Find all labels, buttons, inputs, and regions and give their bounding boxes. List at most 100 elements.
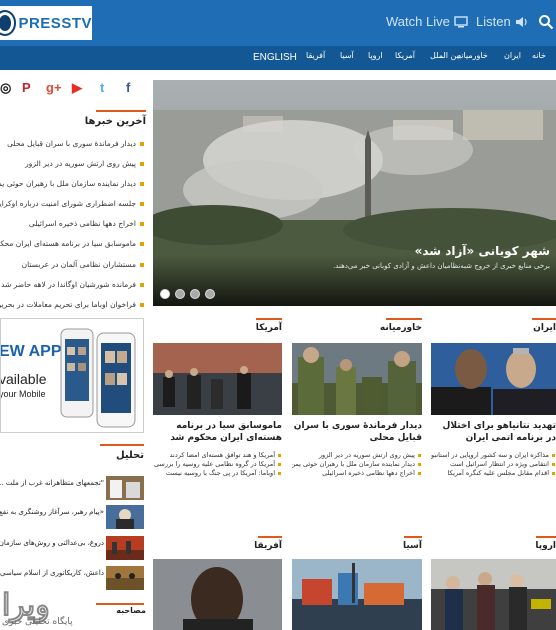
list-item[interactable]: اوباما: آمریکا در پی جنگ با روسیه نیست xyxy=(153,469,282,478)
nav-item-english[interactable]: ENGLISH xyxy=(253,52,297,63)
slider-caption: شهر کوبانی «آزاد شد» برخی منابع خبری از … xyxy=(160,244,556,270)
iran-rule xyxy=(532,318,556,320)
speaker-icon xyxy=(515,16,527,27)
analysis-item-text: دروغ، بی‌عدالتی و روش‌های سازمان ... xyxy=(0,539,104,547)
analysis-rule xyxy=(100,444,144,446)
list-item[interactable]: دیدار نماینده سازمان ملل با رهبران حوثی … xyxy=(0,174,146,194)
nav-item-asia[interactable]: آسیا xyxy=(340,51,354,60)
middle-east-bullets: پیش روی ارتش سوریه در دیر الزور دیدار نم… xyxy=(292,451,422,478)
analysis-thumb xyxy=(106,505,144,529)
america-rule xyxy=(256,318,282,320)
youtube-icon[interactable]: ▶ xyxy=(72,80,82,96)
iran-headline[interactable]: تهدید نتانیاهو برای اختلال در برنامه اتم… xyxy=(431,420,556,444)
asia-rule xyxy=(404,536,422,538)
nav-item-europe[interactable]: اروپا xyxy=(368,51,383,60)
list-item[interactable]: دیدار نماینده سازمان ملل با رهبران حوثی … xyxy=(292,460,422,469)
nav-item-home[interactable]: خانه xyxy=(532,51,546,60)
america-headline[interactable]: ماموسابق سیا در برنامه هسته‌ای ایران محک… xyxy=(153,420,282,444)
presstv-logo[interactable]: PRESSTV xyxy=(0,6,92,40)
middle-east-section-title[interactable]: خاورمیانه xyxy=(292,323,422,333)
america-section-title[interactable]: آمریکا xyxy=(153,323,282,333)
list-item[interactable]: مذاکره ایران و سه کشور اروپایی در استانب… xyxy=(431,451,556,460)
list-item[interactable]: فراخوان اوباما برای تحریم معاملات در بحر… xyxy=(0,295,146,315)
main-nav: خانه ایران خاورمیانه بین‌ الملل آمریکا ا… xyxy=(0,46,556,70)
asia-photo xyxy=(292,559,422,630)
africa-section-title[interactable]: آفریقا xyxy=(153,541,282,551)
list-item[interactable]: انتقامی ویژه در انتظار اسرائیل است xyxy=(431,460,556,469)
list-item[interactable]: آمریکا در گروه نظامی علیه روسیه را بررسی… xyxy=(153,460,282,469)
america-bullets: آمریکا و هند توافق هسته‌ای امضا کردند آم… xyxy=(153,451,282,478)
headline-slider[interactable] xyxy=(153,80,556,306)
nav-item-africa[interactable]: آفریقا xyxy=(306,51,325,60)
analysis-thumb xyxy=(106,566,144,590)
africa-photo xyxy=(153,559,282,630)
search-icon[interactable] xyxy=(538,14,554,30)
list-item[interactable]: اخراج دهها نظامی ذخیره اسرائیلی xyxy=(0,214,146,234)
google-plus-icon[interactable]: g+ xyxy=(46,80,62,95)
app-banner-mobile: your Mobile xyxy=(0,389,46,399)
kobani-photo xyxy=(153,80,556,306)
list-item[interactable]: مستشاران نظامی آلمان در عربستان xyxy=(0,255,146,275)
iran-section-title[interactable]: ایران xyxy=(431,323,556,333)
latest-news-list: دیدار فرماندهٔ سوری با سران قبایل محلی پ… xyxy=(0,134,146,315)
list-item[interactable]: "تجمعهای متظاهرانه غرب از ملت ... عبدالل… xyxy=(0,476,146,502)
slider-headline[interactable]: شهر کوبانی «آزاد شد» xyxy=(160,244,556,258)
list-item[interactable]: پیش روی ارتش سوریه در دیر الزور xyxy=(0,154,146,174)
analysis-thumb xyxy=(106,476,144,500)
list-item[interactable]: جلسه اضطراری شورای امنیت درباره اوکراین xyxy=(0,194,146,214)
iran-photo xyxy=(431,343,556,415)
nav-item-america[interactable]: آمریکا xyxy=(395,51,415,60)
tv-icon xyxy=(454,15,468,27)
iran-bullets: مذاکره ایران و سه کشور اروپایی در استانب… xyxy=(431,451,556,478)
middle-east-headline[interactable]: دیدار فرماندهٔ سوری با سران قبایل محلی xyxy=(292,420,422,444)
app-banner[interactable]: EW APP vailable your Mobile xyxy=(0,318,144,433)
page: { "header": { "logo_text": "PRESSTV", "w… xyxy=(0,0,556,630)
slider-summary: برخی منابع خبری از خروج شبه‌نظامیان داعش… xyxy=(333,262,550,270)
middle-east-rule xyxy=(386,318,422,320)
analysis-item-text: «پیام رهبر، سرآغاز روشنگری به نفع اسلام» xyxy=(0,508,104,516)
nav-item-middle-east[interactable]: خاورمیانه xyxy=(457,51,488,60)
analysis-title: تحلیل xyxy=(115,450,144,461)
list-item[interactable]: دیدار فرماندهٔ سوری با سران قبایل محلی xyxy=(0,134,146,154)
list-item[interactable]: آمریکا و هند توافق هسته‌ای امضا کردند xyxy=(153,451,282,460)
europe-rule xyxy=(536,536,556,538)
instagram-icon[interactable]: ◎ xyxy=(0,80,11,96)
slider-dot[interactable] xyxy=(175,289,185,299)
logo-emblem-icon xyxy=(0,12,15,34)
america-photo xyxy=(153,343,282,415)
nav-item-iran[interactable]: ایران xyxy=(504,51,521,60)
list-item[interactable]: ماموسابق سیا در برنامه هسته‌ای ایران محک… xyxy=(0,234,146,254)
twitter-icon[interactable]: t xyxy=(100,80,104,95)
phones-image xyxy=(60,328,136,428)
slider-dot[interactable] xyxy=(160,289,170,299)
slider-dot[interactable] xyxy=(190,289,200,299)
list-item[interactable]: دروغ، بی‌عدالتی و روش‌های سازمان ... xyxy=(0,536,146,562)
list-item[interactable]: «پیام رهبر، سرآغاز روشنگری به نفع اسلام» xyxy=(0,505,146,531)
watch-live-link[interactable]: Watch Live xyxy=(386,14,468,29)
listen-label: Listen xyxy=(476,14,511,29)
listen-link[interactable]: Listen xyxy=(476,14,529,29)
list-item[interactable]: پیش روی ارتش سوریه در دیر الزور xyxy=(292,451,422,460)
top-header: PRESSTV Watch Live Listen xyxy=(0,0,556,46)
pinterest-icon[interactable]: P xyxy=(22,80,31,95)
slider-pagination xyxy=(160,289,215,299)
logo-text: PRESSTV xyxy=(18,14,92,32)
watch-live-label: Watch Live xyxy=(386,14,450,29)
europe-section-title[interactable]: اروپا xyxy=(431,541,556,551)
analysis-thumb xyxy=(106,536,144,560)
middle-east-photo xyxy=(292,343,422,415)
list-item[interactable]: فرمانده شورشیان اوگاندا در لاهه حاضر شد xyxy=(0,275,146,295)
europe-photo xyxy=(431,559,556,630)
list-item[interactable]: اقدام مقابل مجلس علیه کنگره آمریکا xyxy=(431,469,556,478)
facebook-icon[interactable]: f xyxy=(126,80,130,95)
analysis-item-text: "تجمعهای متظاهرانه غرب از ملت ... عبدالل… xyxy=(0,479,104,487)
africa-rule xyxy=(258,536,282,538)
analysis-item-text: داعش، کاریکاتوری از اسلام سیاسی ... xyxy=(0,569,104,577)
list-item[interactable]: اخراج دهها نظامی ذخیره اسرائیلی xyxy=(292,469,422,478)
slider-dot[interactable] xyxy=(205,289,215,299)
app-banner-headline: EW APP xyxy=(0,343,62,360)
asia-section-title[interactable]: آسیا xyxy=(292,541,422,551)
nav-item-international[interactable]: بین‌ الملل xyxy=(430,51,461,60)
latest-news-title: آخرین خبرها xyxy=(84,116,146,127)
interviews-rule xyxy=(96,603,144,605)
